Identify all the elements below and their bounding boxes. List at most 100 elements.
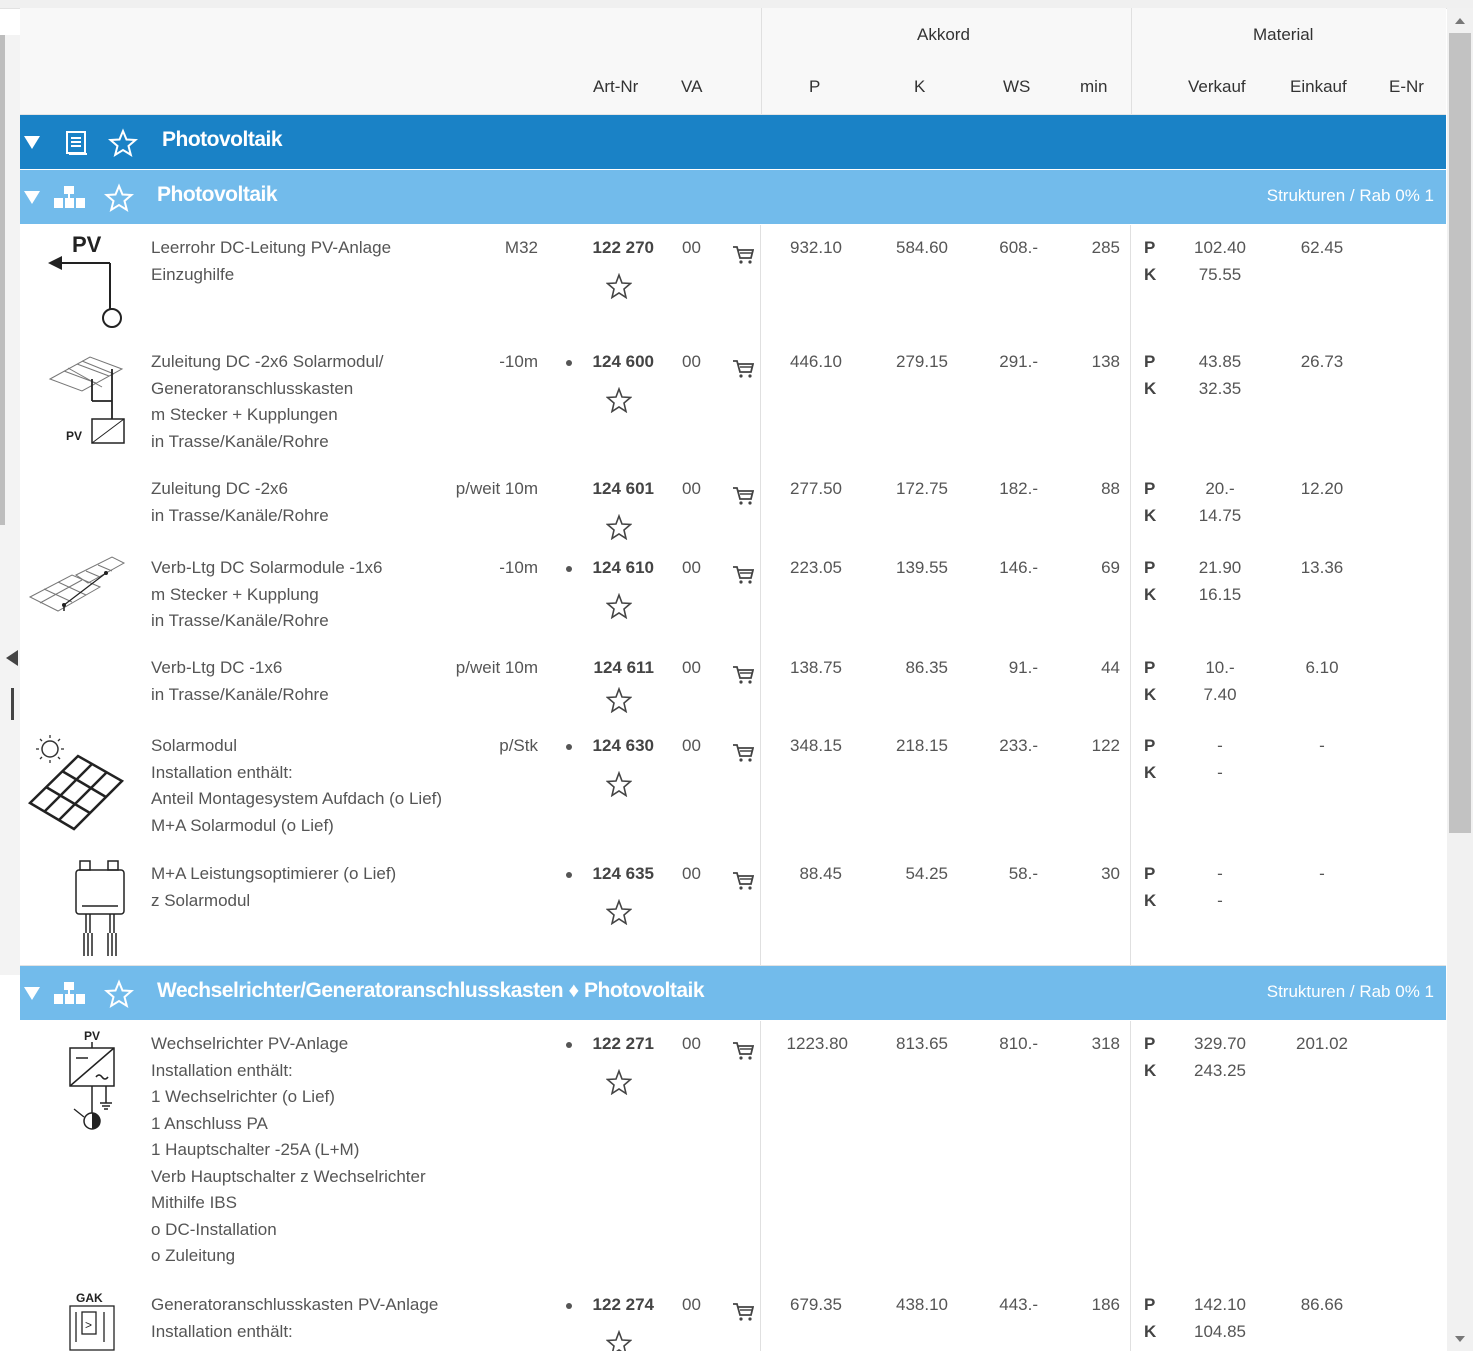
thumb-label: GAK [76, 1291, 103, 1305]
akkord-min: 186 [1091, 1295, 1120, 1314]
table-row[interactable]: PV Wechselrichter PV-Anlage Installation … [20, 1021, 1446, 1283]
power-optimizer-icon [75, 860, 125, 956]
article-number[interactable]: 124 635 [580, 861, 654, 888]
cart-icon[interactable] [732, 1041, 754, 1061]
cart-icon[interactable] [732, 1302, 754, 1322]
star-icon[interactable] [108, 128, 138, 158]
structure-icon[interactable] [52, 980, 88, 1008]
cart-icon[interactable] [732, 665, 754, 685]
collapse-icon[interactable] [24, 987, 40, 1000]
star-icon[interactable] [606, 687, 632, 713]
structure-discount-link[interactable]: Strukturen / Rab 0% 1 [1267, 982, 1434, 1002]
star-icon[interactable] [606, 1069, 632, 1095]
einkauf-header[interactable]: Einkauf [1290, 77, 1347, 97]
scroll-down-icon[interactable] [1455, 1336, 1465, 1342]
verkauf-header[interactable]: Verkauf [1188, 77, 1246, 97]
item-description: Solarmodul Installation enthält: Anteil Mo… [151, 736, 443, 835]
structure-icon[interactable] [52, 184, 88, 212]
table-row[interactable]: Zuleitung DC -2x6 in Trasse/Kanäle/Rohre … [20, 466, 1446, 546]
k-header[interactable]: K [914, 77, 925, 97]
bullet-marker [566, 744, 572, 750]
table-row[interactable]: GAK > Generatoranschlusskasten PV-Anlage… [20, 1282, 1446, 1351]
e-nr-header[interactable]: E-Nr [1389, 77, 1424, 97]
akkord-min: 69 [1101, 558, 1120, 577]
cart-icon[interactable] [732, 871, 754, 891]
material-header: Material [1253, 25, 1314, 44]
einkauf-value: 62.45 [1300, 238, 1344, 257]
akkord-ws: 443.- [999, 1295, 1038, 1314]
article-number[interactable]: 124 611 [580, 655, 654, 682]
article-number[interactable]: 124 600 [580, 349, 654, 376]
vertical-scrollbar[interactable] [1447, 8, 1473, 1351]
item-description: Generatoranschlusskasten PV-Anlage Instal… [151, 1295, 439, 1341]
star-icon[interactable] [606, 514, 632, 540]
structure-discount-link[interactable]: Strukturen / Rab 0% 1 [1267, 186, 1434, 206]
akkord-k: 218.15 [896, 736, 948, 755]
star-icon[interactable] [606, 387, 632, 413]
va-header[interactable]: VA [681, 77, 702, 97]
conduit-symbol-icon: PV [48, 232, 122, 328]
verkauf-values: 20.- 14.75 [1198, 479, 1242, 525]
price-type-labels: PK [1144, 479, 1157, 525]
akkord-p: 932.10 [790, 238, 842, 257]
article-number[interactable]: 122 274 [580, 1292, 654, 1319]
akkord-k: 813.65 [896, 1034, 948, 1053]
subgroup-header-photovoltaik[interactable]: Photovoltaik Strukturen / Rab 0% 1 [20, 170, 1446, 224]
art-nr-header[interactable]: Art-Nr [593, 77, 638, 97]
scroll-up-icon[interactable] [1455, 18, 1465, 24]
table-row[interactable]: Solarmodul Installation enthält: Anteil Mo… [20, 723, 1446, 852]
table-row[interactable]: PV Zuleitung DC -2x6 Solarmodul/Generato… [20, 339, 1446, 467]
star-icon[interactable] [104, 183, 134, 213]
verkauf-values: 21.90 16.15 [1198, 558, 1242, 604]
va-value: 00 [682, 352, 701, 371]
resize-handle[interactable] [11, 688, 14, 720]
article-number[interactable]: 122 270 [580, 235, 654, 262]
table-row[interactable]: Verb-Ltg DC Solarmodule -1x6 m Stecker + … [20, 545, 1446, 646]
einkauf-value: 201.02 [1296, 1034, 1348, 1053]
collapse-icon[interactable] [24, 191, 40, 204]
table-row[interactable]: PV Leerrohr DC-Leitung PV-Anlage Einzughi… [20, 225, 1446, 340]
article-number[interactable]: 122 271 [580, 1031, 654, 1058]
cart-icon[interactable] [732, 359, 754, 379]
item-qualifier: M32 [504, 238, 538, 257]
item-qualifier: p/weit 10m [455, 479, 538, 498]
item-qualifier: p/weit 10m [455, 658, 538, 677]
collapse-sidebar-icon[interactable] [6, 650, 18, 666]
group-header-photovoltaik[interactable]: Photovoltaik [20, 115, 1446, 169]
table-row[interactable]: M+A Leistungsoptimierer (o Lief) z Solarm… [20, 851, 1446, 966]
cart-icon[interactable] [732, 565, 754, 585]
star-icon[interactable] [606, 1330, 632, 1351]
ws-header[interactable]: WS [1003, 77, 1030, 97]
article-number[interactable]: 124 610 [580, 555, 654, 582]
min-header[interactable]: min [1080, 77, 1107, 97]
akkord-k: 438.10 [896, 1295, 948, 1314]
va-value: 00 [682, 479, 701, 498]
star-icon[interactable] [606, 771, 632, 797]
bullet-marker [566, 360, 572, 366]
akkord-k: 139.55 [896, 558, 948, 577]
star-icon[interactable] [606, 593, 632, 619]
akkord-header: Akkord [917, 25, 970, 44]
scrollbar-thumb[interactable] [1449, 33, 1471, 833]
va-value: 00 [682, 736, 701, 755]
star-icon[interactable] [104, 979, 134, 1009]
collapse-icon[interactable] [24, 136, 40, 149]
article-number[interactable]: 124 601 [580, 476, 654, 503]
star-icon[interactable] [606, 273, 632, 299]
item-description: Zuleitung DC -2x6 Solarmodul/Generatoran… [151, 352, 384, 451]
akkord-ws: 233.- [999, 736, 1038, 755]
table-row[interactable]: Verb-Ltg DC -1x6 in Trasse/Kanäle/Rohre p… [20, 645, 1446, 724]
cart-icon[interactable] [732, 743, 754, 763]
subgroup-title: Photovoltaik [157, 183, 278, 206]
star-icon[interactable] [606, 899, 632, 925]
item-description: M+A Leistungsoptimierer (o Lief) z Solarm… [151, 864, 397, 910]
akkord-p: 223.05 [790, 558, 842, 577]
akkord-ws: 58.- [1008, 864, 1038, 883]
article-number[interactable]: 124 630 [580, 733, 654, 760]
cart-icon[interactable] [732, 486, 754, 506]
document-icon[interactable] [64, 130, 90, 156]
p-header[interactable]: P [809, 77, 820, 97]
akkord-ws: 146.- [999, 558, 1038, 577]
cart-icon[interactable] [732, 245, 754, 265]
subgroup-header-wechselrichter[interactable]: Wechselrichter/Generatoranschlusskasten … [20, 966, 1446, 1020]
